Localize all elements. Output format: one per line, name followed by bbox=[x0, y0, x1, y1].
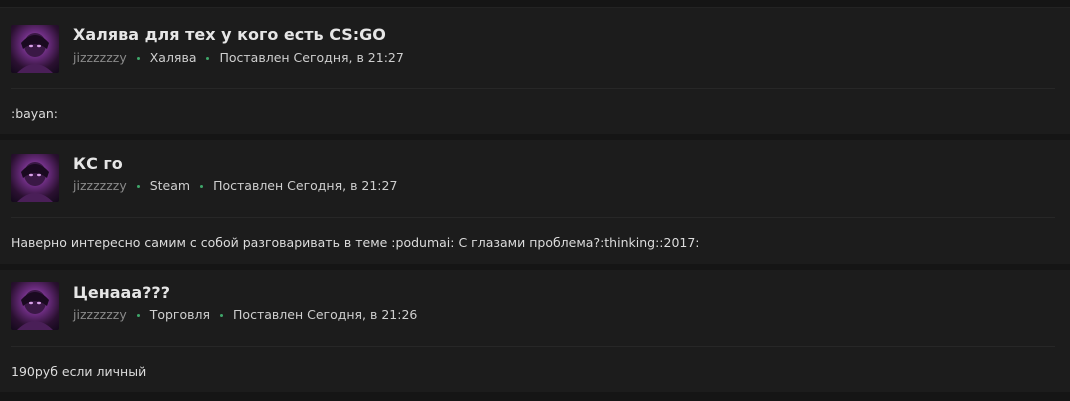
post-title[interactable]: Ценааа??? bbox=[73, 283, 170, 302]
post-item: Ценааа??? jizzzzzzy Торговля Поставлен С… bbox=[0, 270, 1070, 392]
post-category[interactable]: Steam bbox=[150, 178, 190, 193]
post-title[interactable]: КС го bbox=[73, 154, 123, 173]
post-author[interactable]: jizzzzzzy bbox=[73, 178, 127, 193]
post-body: Наверно интересно самим с собой разговар… bbox=[11, 235, 700, 250]
top-separator bbox=[0, 0, 1070, 8]
post-body: :bayan: bbox=[11, 106, 58, 121]
avatar[interactable] bbox=[11, 154, 59, 202]
post-divider bbox=[11, 346, 1055, 347]
post-separator bbox=[0, 392, 1070, 401]
post-divider bbox=[11, 217, 1055, 218]
avatar-image-icon bbox=[17, 162, 53, 202]
avatar[interactable] bbox=[11, 282, 59, 330]
post-category[interactable]: Торговля bbox=[150, 307, 210, 322]
post-meta: jizzzzzzy Торговля Поставлен Сегодня, в … bbox=[73, 307, 417, 322]
post-date: Поставлен Сегодня, в 21:27 bbox=[219, 50, 404, 65]
meta-dot-icon bbox=[136, 314, 140, 317]
avatar[interactable] bbox=[11, 25, 59, 73]
post-date: Поставлен Сегодня, в 21:27 bbox=[213, 178, 398, 193]
post-meta: jizzzzzzy Steam Поставлен Сегодня, в 21:… bbox=[73, 178, 397, 193]
post-body: 190руб если личный bbox=[11, 364, 147, 379]
post-author[interactable]: jizzzzzzy bbox=[73, 50, 127, 65]
meta-dot-icon bbox=[206, 57, 210, 60]
post-date: Поставлен Сегодня, в 21:26 bbox=[233, 307, 418, 322]
post-category[interactable]: Халява bbox=[150, 50, 197, 65]
meta-dot-icon bbox=[136, 185, 140, 188]
meta-dot-icon bbox=[220, 314, 224, 317]
post-item: КС го jizzzzzzy Steam Поставлен Сегодня,… bbox=[0, 140, 1070, 264]
post-title[interactable]: Халява для тех у кого есть CS:GO bbox=[73, 25, 386, 44]
avatar-image-icon bbox=[17, 33, 53, 73]
post-divider bbox=[11, 88, 1055, 89]
post-meta: jizzzzzzy Халява Поставлен Сегодня, в 21… bbox=[73, 50, 404, 65]
post-author[interactable]: jizzzzzzy bbox=[73, 307, 127, 322]
meta-dot-icon bbox=[200, 185, 204, 188]
meta-dot-icon bbox=[136, 57, 140, 60]
post-item: Халява для тех у кого есть CS:GO jizzzzz… bbox=[0, 8, 1070, 134]
avatar-image-icon bbox=[17, 290, 53, 330]
